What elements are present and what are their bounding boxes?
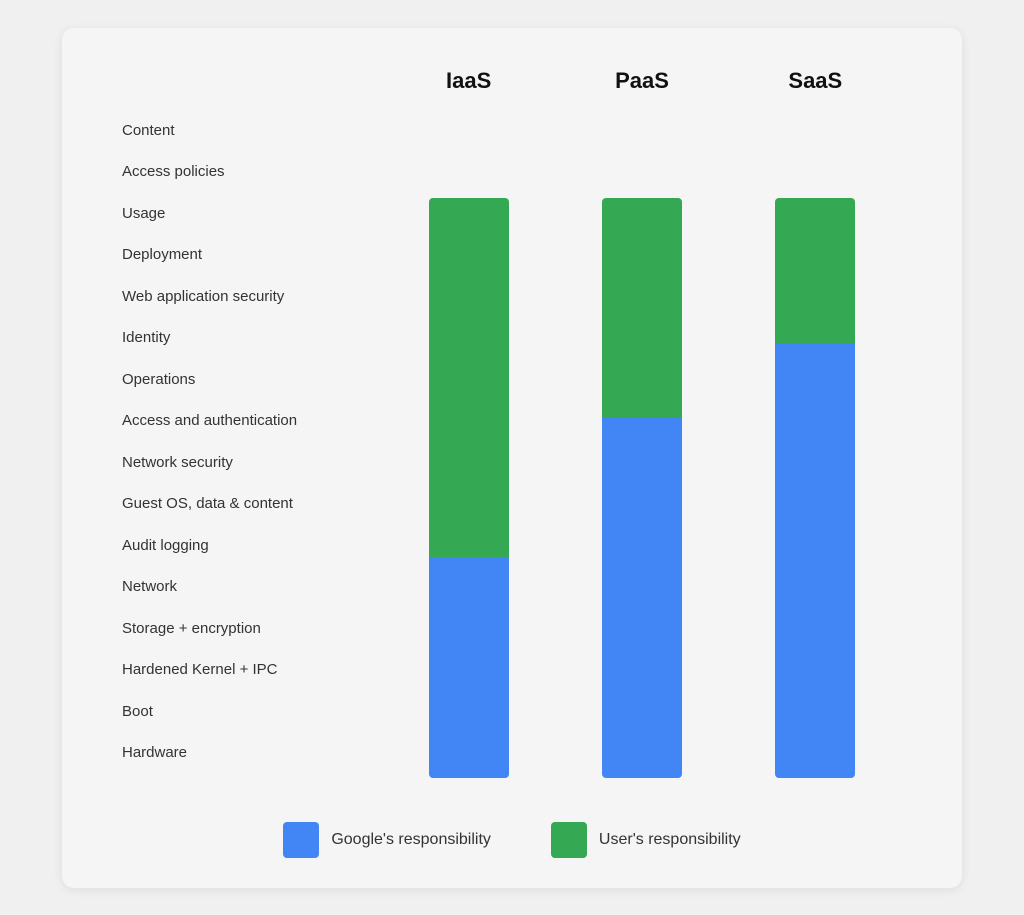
bars-row: [382, 104, 902, 778]
user-swatch: [551, 822, 587, 858]
row-label: Access and authentication: [122, 413, 362, 428]
legend-user: User's responsibility: [551, 822, 741, 858]
col-header-paas: PaaS: [582, 68, 702, 94]
bars-area: IaaS PaaS SaaS: [382, 68, 902, 778]
row-label: Hardware: [122, 745, 362, 760]
row-label: Audit logging: [122, 538, 362, 553]
google-swatch: [283, 822, 319, 858]
google-segment-saas: [775, 343, 855, 778]
row-label: Network: [122, 579, 362, 594]
row-label: Deployment: [122, 247, 362, 262]
col-header-iaas: IaaS: [409, 68, 529, 94]
bar-col-iaas: [409, 104, 529, 778]
row-label: Storage + encryption: [122, 621, 362, 636]
user-segment-paas: [602, 198, 682, 418]
bar-col-paas: [582, 104, 702, 778]
row-label: Guest OS, data & content: [122, 496, 362, 511]
row-label: Identity: [122, 330, 362, 345]
google-segment-paas: [602, 418, 682, 778]
labels-column: Content Access policies Usage Deployment Web…: [122, 68, 362, 778]
row-label: Boot: [122, 704, 362, 719]
row-label: Operations: [122, 372, 362, 387]
row-label: Hardened Kernel + IPC: [122, 662, 362, 677]
google-label: Google's responsibility: [331, 831, 491, 849]
chart-area: Content Access policies Usage Deployment Web…: [122, 68, 902, 778]
google-segment-iaas: [429, 557, 509, 777]
bar-col-saas: [755, 104, 875, 778]
legend-google: Google's responsibility: [283, 822, 491, 858]
row-label: Content: [122, 123, 362, 138]
row-label: Network security: [122, 455, 362, 470]
col-header-saas: SaaS: [755, 68, 875, 94]
user-label: User's responsibility: [599, 831, 741, 849]
row-label: Usage: [122, 206, 362, 221]
row-label: Access policies: [122, 164, 362, 179]
user-segment-saas: [775, 198, 855, 343]
bar-wrapper-saas: [775, 198, 855, 778]
legend: Google's responsibility User's responsib…: [122, 806, 902, 858]
bar-wrapper-paas: [602, 198, 682, 778]
header-row: IaaS PaaS SaaS: [382, 68, 902, 94]
chart-card: Content Access policies Usage Deployment Web…: [62, 28, 962, 888]
bar-wrapper-iaas: [429, 198, 509, 778]
user-segment-iaas: [429, 198, 509, 558]
row-label: Web application security: [122, 289, 362, 304]
